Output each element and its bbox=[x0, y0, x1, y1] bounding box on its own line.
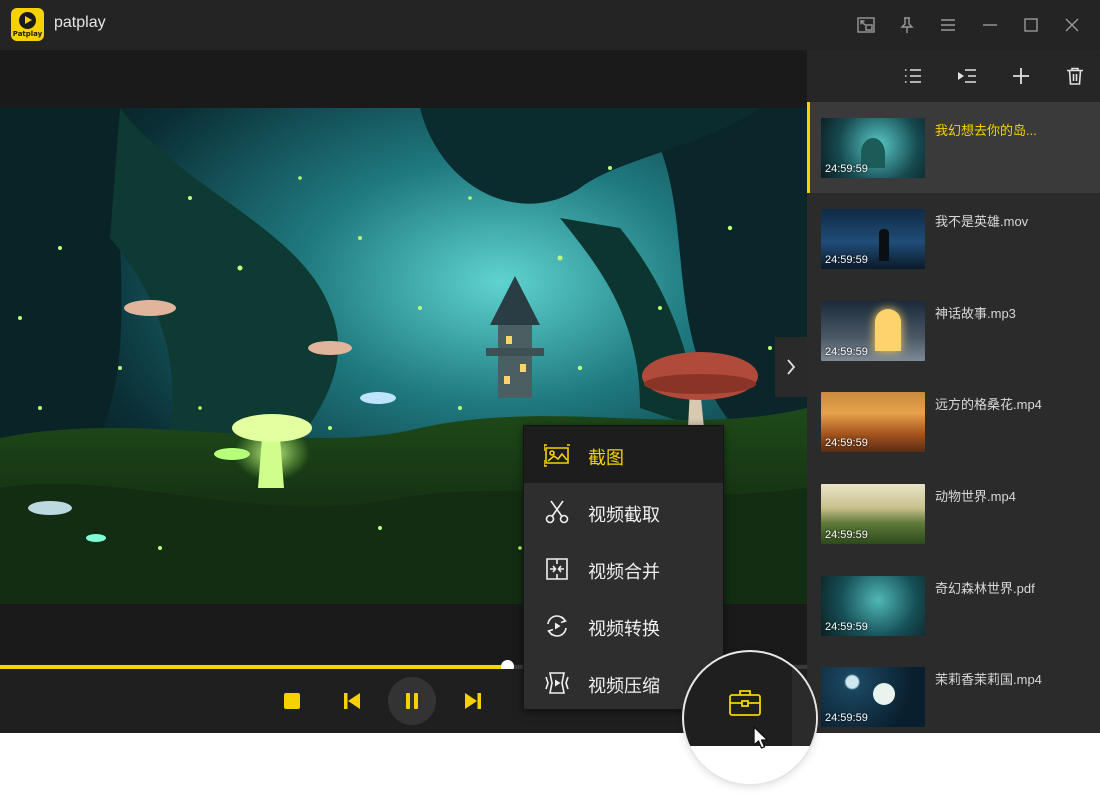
file-name: 我幻想去你的岛... bbox=[935, 123, 1037, 138]
menu-label: 视频合并 bbox=[588, 562, 660, 583]
pip-button[interactable] bbox=[853, 12, 879, 38]
playlist-item[interactable]: 24:59:59 奇幻森林世界.pdf bbox=[807, 560, 1100, 651]
close-button[interactable] bbox=[1059, 12, 1085, 38]
thumbnail: 24:59:59 bbox=[821, 667, 925, 727]
maximize-icon bbox=[1024, 18, 1038, 32]
sidebar-toggle-button[interactable] bbox=[775, 337, 807, 397]
pip-icon bbox=[857, 17, 875, 33]
playlist-item[interactable]: 24:59:59 我幻想去你的岛... bbox=[807, 102, 1100, 193]
stop-button[interactable] bbox=[272, 681, 312, 721]
scissors-icon bbox=[545, 500, 569, 524]
next-button[interactable] bbox=[453, 681, 493, 721]
toolbox-icon bbox=[729, 690, 761, 716]
toolbox-button[interactable] bbox=[728, 688, 762, 718]
screenshot-icon bbox=[544, 444, 570, 467]
menu-label: 视频截取 bbox=[588, 505, 660, 526]
menu-label: 截图 bbox=[588, 448, 624, 469]
menu-label: 视频压缩 bbox=[588, 676, 660, 697]
stop-icon bbox=[284, 693, 300, 709]
playlist-toolbar bbox=[807, 50, 1100, 102]
playlist-item[interactable]: 24:59:59 动物世界.mp4 bbox=[807, 468, 1100, 559]
player-window: Patplay patplay 24:59:59 我幻想去你的岛... 24:5… bbox=[0, 0, 1100, 733]
thumbnail: 24:59:59 bbox=[821, 484, 925, 544]
file-name: 远方的格桑花.mp4 bbox=[935, 397, 1042, 412]
duration: 24:59:59 bbox=[825, 529, 868, 541]
pause-icon bbox=[406, 693, 418, 709]
file-name: 神话故事.mp3 bbox=[935, 306, 1016, 321]
thumbnail: 24:59:59 bbox=[821, 118, 925, 178]
app-title: patplay bbox=[54, 14, 106, 31]
skip-back-icon bbox=[344, 693, 360, 709]
delete-button[interactable] bbox=[1063, 64, 1087, 88]
file-name: 茉莉香茉莉国.mp4 bbox=[935, 672, 1042, 687]
playlist-item[interactable]: 24:59:59 远方的格桑花.mp4 bbox=[807, 376, 1100, 467]
compress-icon bbox=[545, 672, 569, 694]
magnified-sidebar-edge bbox=[792, 652, 816, 746]
pause-button[interactable] bbox=[388, 677, 436, 725]
close-icon bbox=[1065, 18, 1079, 32]
play-list-icon bbox=[958, 69, 976, 83]
pin-icon bbox=[900, 17, 914, 33]
duration: 24:59:59 bbox=[825, 437, 868, 449]
maximize-button[interactable] bbox=[1018, 12, 1044, 38]
convert-icon bbox=[547, 615, 567, 637]
playlist-item[interactable]: 24:59:59 我不是英雄.mov bbox=[807, 193, 1100, 284]
logo-play-icon bbox=[19, 12, 36, 29]
playlist-item[interactable]: 24:59:59 茉莉香茉莉国.mp4 bbox=[807, 651, 1100, 742]
logo-text: Patplay bbox=[12, 30, 43, 38]
add-icon bbox=[1013, 68, 1029, 84]
skip-forward-icon bbox=[465, 693, 481, 709]
mouse-cursor-icon bbox=[753, 726, 769, 749]
thumbnail: 24:59:59 bbox=[821, 209, 925, 269]
merge-icon bbox=[546, 558, 568, 580]
toolbox-magnifier bbox=[684, 652, 816, 784]
duration: 24:59:59 bbox=[825, 163, 868, 175]
thumbnail: 24:59:59 bbox=[821, 301, 925, 361]
menu-item-video-merge[interactable]: 视频合并 bbox=[524, 540, 723, 597]
menu-item-video-convert[interactable]: 视频转换 bbox=[524, 597, 723, 654]
active-indicator bbox=[807, 102, 810, 193]
play-order-button[interactable] bbox=[955, 64, 979, 88]
menu-item-screenshot[interactable]: 截图 bbox=[524, 426, 723, 483]
menu-icon bbox=[941, 19, 955, 31]
thumbnail: 24:59:59 bbox=[821, 392, 925, 452]
playlist-panel: 24:59:59 我幻想去你的岛... 24:59:59 我不是英雄.mov 2… bbox=[807, 50, 1100, 733]
thumbnail: 24:59:59 bbox=[821, 576, 925, 636]
add-file-button[interactable] bbox=[1009, 64, 1033, 88]
chevron-right-icon bbox=[787, 359, 796, 375]
duration: 24:59:59 bbox=[825, 346, 868, 358]
duration: 24:59:59 bbox=[825, 621, 868, 633]
app-logo: Patplay bbox=[11, 8, 44, 41]
file-name: 奇幻森林世界.pdf bbox=[935, 581, 1035, 596]
previous-button[interactable] bbox=[332, 681, 372, 721]
minimize-button[interactable] bbox=[977, 12, 1003, 38]
minimize-icon bbox=[983, 24, 997, 26]
file-name: 我不是英雄.mov bbox=[935, 214, 1029, 229]
list-icon bbox=[905, 69, 921, 83]
menu-button[interactable] bbox=[935, 12, 961, 38]
file-name: 动物世界.mp4 bbox=[935, 489, 1016, 504]
video-letterbox-top bbox=[0, 50, 807, 108]
menu-item-video-trim[interactable]: 视频截取 bbox=[524, 483, 723, 540]
duration: 24:59:59 bbox=[825, 712, 868, 724]
delete-icon bbox=[1067, 67, 1083, 85]
title-bar: Patplay patplay bbox=[0, 0, 1100, 50]
playlist-item[interactable]: 24:59:59 神话故事.mp3 bbox=[807, 285, 1100, 376]
list-view-button[interactable] bbox=[901, 64, 925, 88]
pin-button[interactable] bbox=[894, 12, 920, 38]
menu-label: 视频转换 bbox=[588, 619, 660, 640]
duration: 24:59:59 bbox=[825, 254, 868, 266]
